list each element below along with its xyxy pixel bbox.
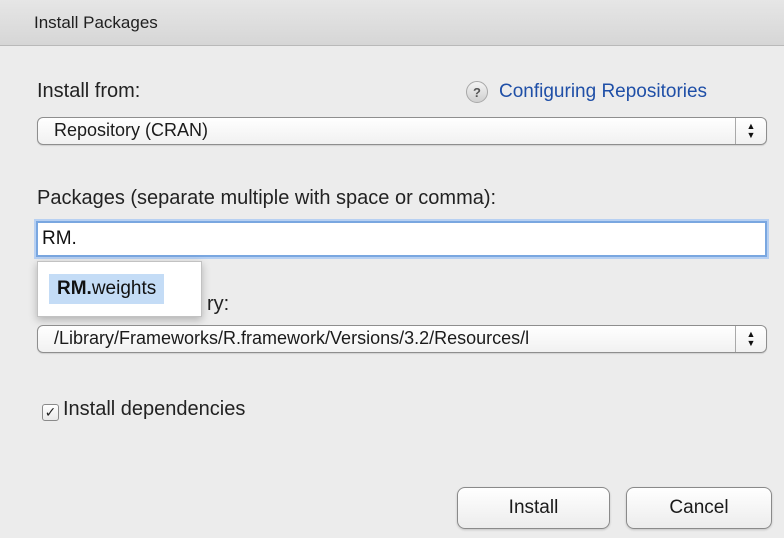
autocomplete-rest: weights: [91, 278, 157, 299]
configuring-repositories-link[interactable]: Configuring Repositories: [499, 81, 707, 103]
title-bar: Install Packages: [0, 0, 784, 46]
library-value: /Library/Frameworks/R.framework/Versions…: [54, 328, 530, 348]
autocomplete-item-rm-weights[interactable]: RM. weights: [49, 274, 165, 304]
install-from-select[interactable]: Repository (CRAN) ▲ ▼: [37, 117, 767, 145]
window-title: Install Packages: [34, 13, 158, 32]
checkmark-icon: ✓: [44, 404, 57, 420]
configuring-repositories-help[interactable]: ? Configuring Repositories: [466, 81, 707, 103]
packages-input-value: RM.: [42, 228, 77, 249]
install-to-library-label: ry:: [207, 293, 230, 315]
install-button[interactable]: Install: [457, 487, 610, 529]
install-from-label: Install from:: [37, 80, 141, 102]
packages-label: Packages (separate multiple with space o…: [37, 187, 497, 209]
packages-input[interactable]: RM.: [36, 221, 767, 257]
install-dependencies-label[interactable]: Install dependencies: [63, 398, 245, 421]
install-dependencies-checkbox[interactable]: ✓: [42, 404, 59, 421]
autocomplete-match: RM.: [57, 278, 92, 299]
select-arrows-icon: ▲ ▼: [735, 326, 766, 352]
library-select[interactable]: /Library/Frameworks/R.framework/Versions…: [37, 325, 767, 353]
help-question-icon[interactable]: ?: [466, 81, 488, 103]
cancel-button[interactable]: Cancel: [626, 487, 772, 529]
autocomplete-popup: RM. weights: [37, 261, 202, 317]
install-from-value: Repository (CRAN): [54, 120, 209, 140]
select-arrows-icon: ▲ ▼: [735, 118, 766, 144]
